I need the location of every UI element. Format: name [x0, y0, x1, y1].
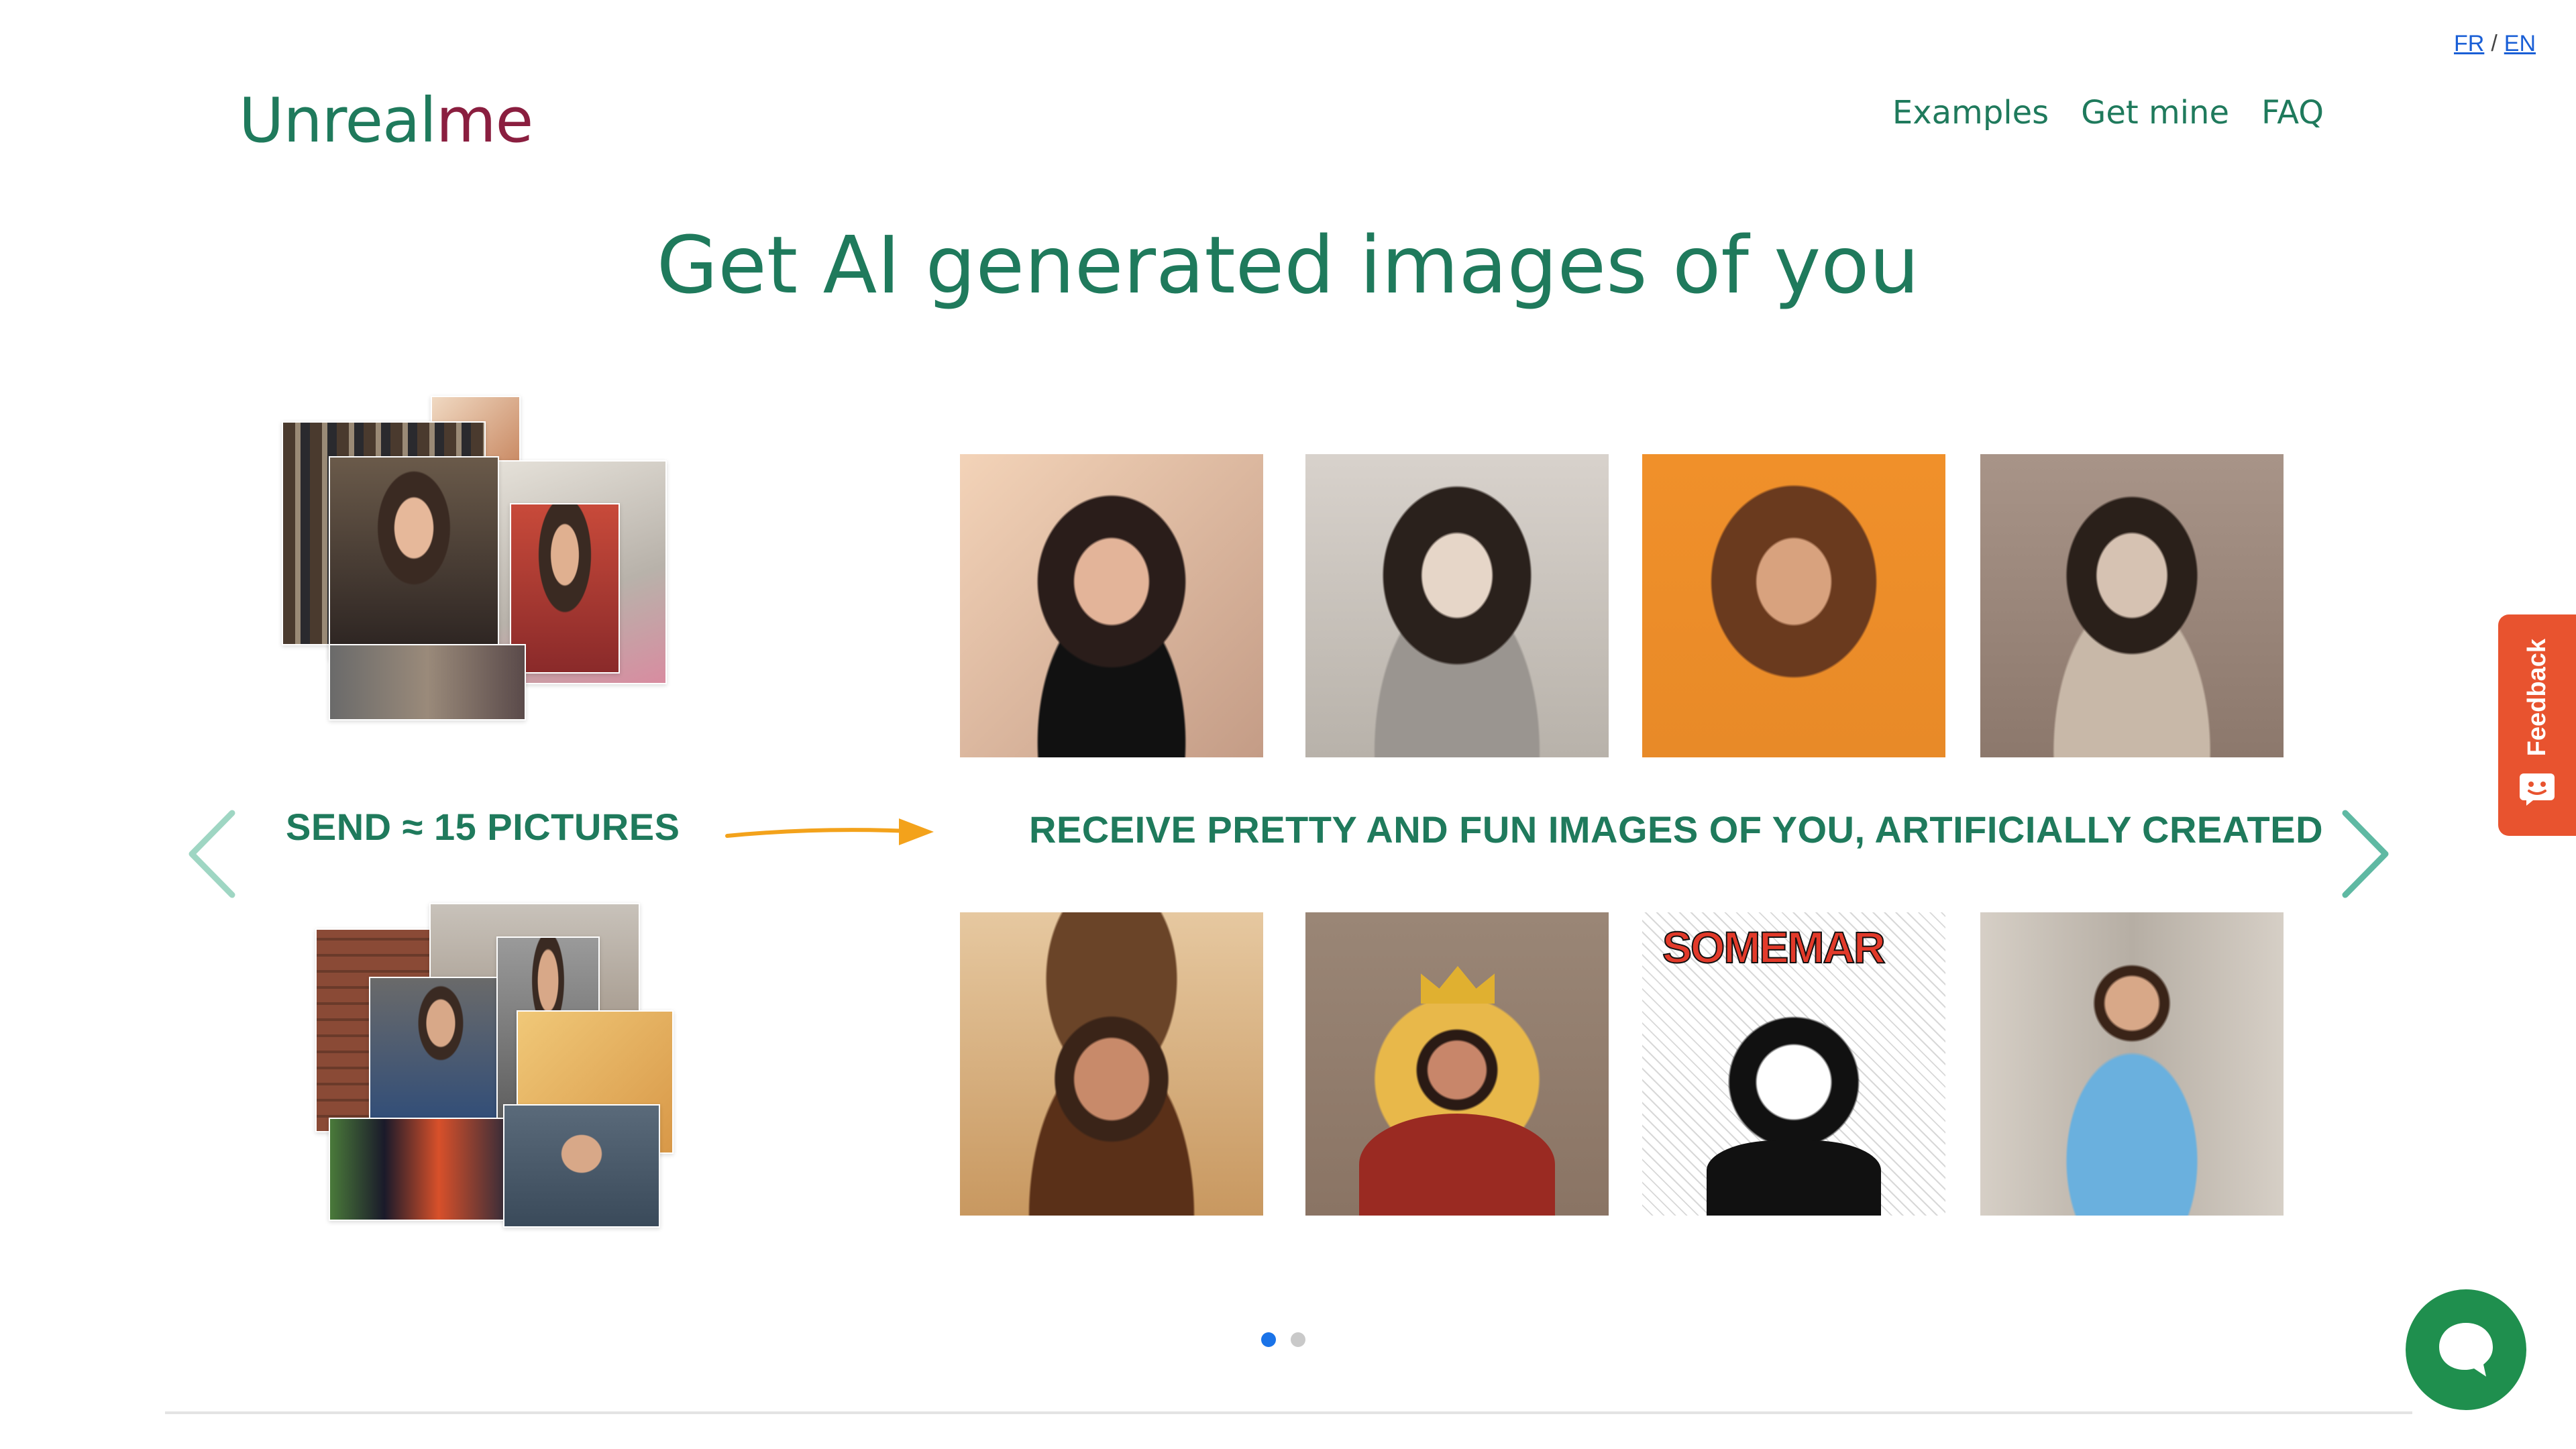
- chat-bubble-icon: [2439, 1323, 2493, 1377]
- receive-caption: RECEIVE PRETTY AND FUN IMAGES OF YOU, AR…: [1029, 808, 2324, 851]
- feedback-label: Feedback: [2522, 639, 2551, 757]
- chevron-right-icon[interactable]: [2339, 809, 2392, 899]
- ai-portrait-tile[interactable]: SOMEMAR: [1642, 912, 1945, 1216]
- ai-portrait-tile[interactable]: [960, 454, 1263, 757]
- chevron-left-icon[interactable]: [185, 809, 239, 899]
- ai-portrait-tile[interactable]: [1980, 912, 2284, 1216]
- nav-examples-link[interactable]: Examples: [1892, 94, 2049, 131]
- chat-button[interactable]: [2406, 1289, 2526, 1410]
- main-nav: Examples Get mine FAQ: [1892, 94, 2324, 131]
- tshirt-shape: [1707, 1140, 1881, 1216]
- input-photo: [329, 644, 526, 720]
- input-photo: [329, 456, 499, 660]
- lang-separator: /: [2491, 31, 2498, 56]
- carousel-dot-2[interactable]: [1291, 1332, 1305, 1347]
- input-photo: [329, 1118, 513, 1221]
- input-photo: [503, 1104, 660, 1228]
- nav-get-mine-link[interactable]: Get mine: [2081, 94, 2229, 131]
- send-caption: SEND ≈ 15 PICTURES: [286, 806, 680, 848]
- feedback-face-icon: [2520, 773, 2555, 806]
- input-photos-woman: [282, 396, 671, 724]
- robe-shape: [1359, 1114, 1555, 1216]
- ai-portrait-tile[interactable]: [1980, 454, 2284, 757]
- section-divider: [165, 1411, 2412, 1414]
- carousel-dots: [1261, 1332, 1305, 1347]
- input-photo: [510, 503, 620, 674]
- carousel-dot-1[interactable]: [1261, 1332, 1276, 1347]
- comic-title: SOMEMAR: [1662, 922, 1886, 973]
- crown-icon: [1421, 966, 1495, 1004]
- hero-title: Get AI generated images of you: [656, 219, 1920, 311]
- nav-faq-link[interactable]: FAQ: [2261, 94, 2324, 131]
- language-switch: FR / EN: [2454, 31, 2536, 57]
- site-logo[interactable]: Unrealme: [239, 85, 533, 156]
- input-photo: [369, 977, 513, 1140]
- lang-en-link[interactable]: EN: [2504, 31, 2536, 56]
- lang-fr-link[interactable]: FR: [2454, 31, 2484, 56]
- logo-part-unreal: Unreal: [239, 85, 437, 156]
- ai-portrait-tile[interactable]: [1305, 912, 1609, 1216]
- feedback-tab[interactable]: Feedback: [2498, 614, 2576, 836]
- logo-part-me: me: [436, 85, 533, 156]
- input-photos-man: [315, 903, 678, 1232]
- ai-portrait-tile[interactable]: [960, 912, 1263, 1216]
- ai-portrait-tile[interactable]: [1642, 454, 1945, 757]
- ai-portrait-tile[interactable]: [1305, 454, 1609, 757]
- arrow-right-icon: [725, 818, 934, 845]
